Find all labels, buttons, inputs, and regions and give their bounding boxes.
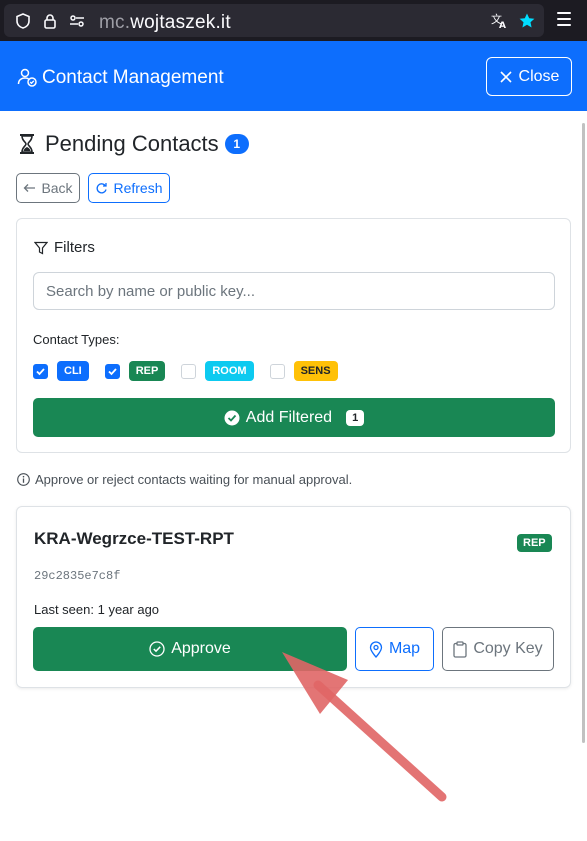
checkbox-sens[interactable]	[269, 363, 285, 379]
contact-name: KRA-Wegrzce-TEST-RPT	[34, 529, 234, 548]
close-button[interactable]: Close	[486, 57, 572, 96]
page-title-row: Pending Contacts 1	[17, 130, 249, 158]
url-domain: wojtaszek.it	[130, 12, 231, 33]
url-subdomain: mc.	[99, 12, 131, 33]
hourglass-icon	[20, 134, 34, 154]
public-key: 29c2835e7c8f	[34, 569, 121, 583]
check-icon	[36, 367, 45, 375]
contact-types-row: CLI REP ROOM SENS	[33, 361, 354, 381]
shield-icon[interactable]	[14, 12, 32, 30]
check-icon	[108, 367, 117, 375]
checkbox-room[interactable]	[181, 363, 197, 379]
type-badge-rep: REP	[128, 361, 166, 381]
app-title: Contact Management	[42, 67, 224, 88]
bookmark-star-icon[interactable]	[518, 12, 536, 30]
filters-heading: Filters	[34, 239, 95, 256]
translate-icon[interactable]: 文 A	[490, 12, 508, 30]
page-title: Pending Contacts	[45, 131, 219, 156]
last-seen: Last seen: 1 year ago	[34, 602, 160, 617]
info-note: Approve or reject contacts waiting for m…	[17, 472, 352, 487]
person-check-icon	[17, 68, 37, 87]
checkbox-cli[interactable]	[33, 363, 48, 379]
type-badge-cli: CLI	[57, 361, 89, 381]
add-filtered-count: 1	[346, 409, 365, 426]
pending-count-badge: 1	[224, 134, 249, 154]
refresh-button[interactable]: Refresh	[88, 173, 170, 203]
refresh-label: Refresh	[113, 180, 163, 196]
svg-text:A: A	[499, 21, 506, 30]
arrow-left-icon	[24, 184, 36, 192]
url-text[interactable]: mc.wojtaszek.it	[99, 12, 231, 34]
type-badge-room: ROOM	[205, 361, 254, 381]
filters-title: Filters	[54, 239, 95, 256]
contact-types-label: Contact Types:	[33, 332, 120, 347]
annotation-arrow	[282, 652, 447, 802]
close-icon	[499, 70, 512, 83]
checkbox-rep[interactable]	[104, 363, 120, 379]
filters-card: Filters Contact Types: CLI REP ROOM SENS…	[16, 218, 571, 453]
search-input[interactable]	[33, 272, 555, 310]
info-text: Approve or reject contacts waiting for m…	[35, 472, 353, 487]
info-icon	[17, 473, 30, 486]
funnel-icon	[34, 241, 48, 254]
type-badge-sens: SENS	[293, 361, 338, 381]
add-filtered-label: Add Filtered	[245, 408, 333, 426]
app-header: Contact Management Close	[0, 41, 587, 111]
menu-icon[interactable]	[557, 12, 571, 28]
back-button[interactable]: Back	[16, 173, 80, 203]
back-label: Back	[41, 180, 73, 196]
permissions-icon[interactable]	[68, 12, 86, 30]
scrollbar[interactable]	[582, 123, 585, 743]
close-label: Close	[518, 67, 560, 85]
address-bar[interactable]: mc.wojtaszek.it 文 A	[4, 4, 544, 37]
refresh-icon	[97, 182, 108, 193]
browser-toolbar: mc.wojtaszek.it 文 A	[0, 0, 587, 41]
contact-type-badge: REP	[517, 534, 552, 552]
approve-label: Approve	[171, 640, 231, 657]
lock-icon[interactable]	[41, 12, 59, 30]
add-filtered-button[interactable]: Add Filtered 1	[33, 398, 555, 437]
copy-key-label: Copy Key	[473, 640, 543, 657]
check-circle-icon	[224, 410, 240, 425]
check-circle-icon	[149, 641, 165, 657]
